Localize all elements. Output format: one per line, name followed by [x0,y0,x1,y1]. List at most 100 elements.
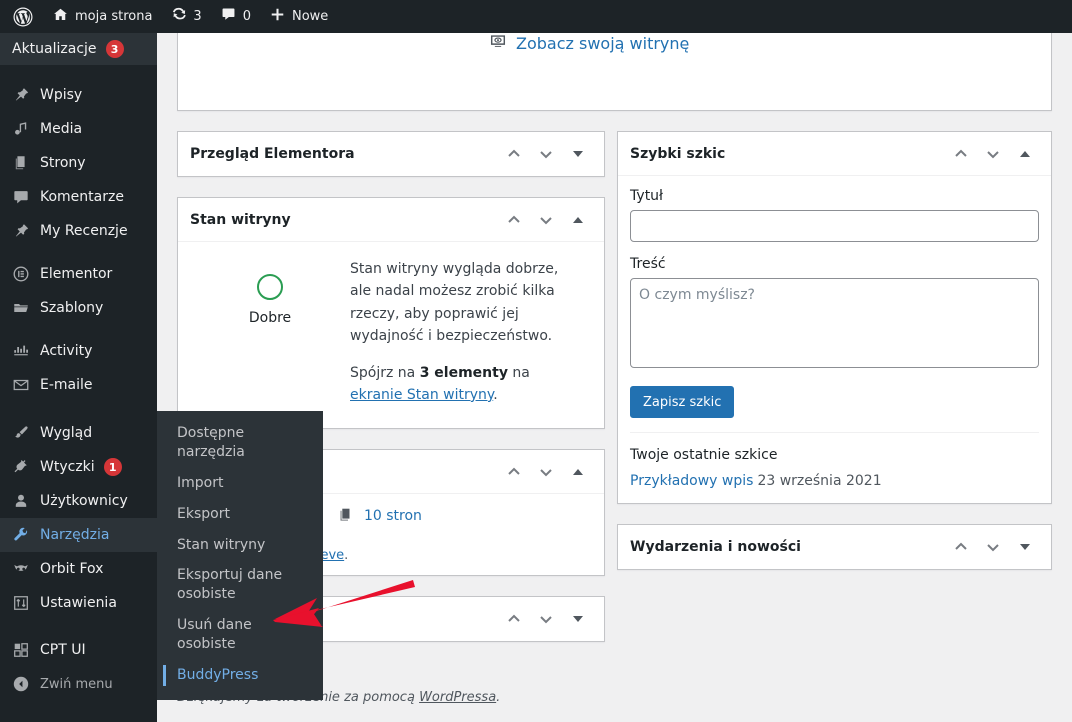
move-up-button[interactable] [500,206,528,234]
view-site-link-row[interactable]: Zobacz swoją witrynę [178,33,1051,54]
submenu-item-usun-dane-osobiste[interactable]: Usuń dane osobiste [157,610,323,660]
move-down-button[interactable] [979,140,1007,168]
updates-icon [170,6,187,27]
sidebar-item-label: Narzędzia [40,527,110,543]
sidebar-item-elementor[interactable]: Elementor [0,257,157,291]
health-status-ring-icon [257,274,283,300]
sidebar-item-label: Strony [40,155,86,171]
sidebar-item-ustawienia[interactable]: Ustawienia [0,586,157,620]
wordpress-logo-button[interactable] [0,0,43,33]
toggle-panel-button[interactable] [564,140,592,168]
draft-content-textarea[interactable] [630,278,1039,368]
updates-button[interactable]: 3 [161,0,210,33]
plugins-badge: 1 [103,458,122,476]
sidebar-item-updates[interactable]: Aktualizacje 3 [0,33,157,65]
submenu-item-buddypress[interactable]: BuddyPress [157,660,323,691]
pages-icon [11,153,31,173]
move-up-button[interactable] [500,605,528,633]
draft-content-label: Treść [630,256,666,272]
activity-icon [11,341,31,361]
sidebar-item-strony[interactable]: Strony [0,146,157,180]
sidebar-item-activity[interactable]: Activity [0,334,157,368]
sidebar-item-label: CPT UI [40,642,86,658]
view-site-link[interactable]: Zobacz swoją witrynę [516,34,689,53]
draft-title-input[interactable] [630,210,1039,242]
tools-submenu-flyout: Dostępne narzędzia Import Eksport Stan w… [157,411,323,700]
sidebar-item-wpisy[interactable]: Wpisy [0,78,157,112]
sidebar-item-szablony[interactable]: Szablony [0,291,157,325]
updates-badge: 3 [105,40,124,58]
wordpress-link[interactable]: WordPressa [419,690,496,705]
toggle-panel-button[interactable] [1011,533,1039,561]
glance-pages-link[interactable]: 10 stron [364,508,422,524]
comment-icon [220,6,237,27]
panel-title: Szybki szkic [630,145,726,162]
sidebar-item-my-recenzje[interactable]: My Recenzje [0,214,157,248]
quick-draft-body: Tytuł Treść Zapisz szkic Twoje ostatnie … [618,176,1051,503]
chevron-up-icon [573,468,584,475]
sidebar-item-komentarze[interactable]: Komentarze [0,180,157,214]
move-down-button[interactable] [979,533,1007,561]
sidebar-item-orbit-fox[interactable]: Orbit Fox [0,552,157,586]
submenu-item-stan-witryny[interactable]: Stan witryny [157,530,323,561]
panel-controls [947,140,1039,168]
chevron-up-icon [1020,150,1030,157]
panel-events-news: Wydarzenia i nowości [617,524,1052,570]
admin-sidebar-menu: Aktualizacje 3 Wpisy Media Strony Koment… [0,33,165,722]
save-draft-button[interactable]: Zapisz szkic [630,386,735,418]
move-up-button[interactable] [500,140,528,168]
sidebar-item-label: Activity [40,343,93,359]
home-icon [52,6,69,27]
submenu-item-eksport[interactable]: Eksport [157,499,323,530]
dashboard-column-right: Szybki szkic Tytuł Treść O czym myślisz?… [617,131,1052,662]
elementor-icon [11,264,31,284]
health-p2-prefix: Spójrz na [350,364,420,381]
panel-controls [500,140,592,168]
collapse-arrow-icon [11,674,31,694]
move-down-button[interactable] [532,605,560,633]
move-up-button[interactable] [947,140,975,168]
move-up-button[interactable] [500,458,528,486]
recent-drafts-heading: Twoje ostatnie szkice [630,447,778,463]
submenu-item-import[interactable]: Import [157,468,323,499]
toggle-panel-button[interactable] [564,206,592,234]
new-content-button[interactable]: Nowe [260,0,337,33]
sidebar-item-label: Media [40,121,83,137]
draft-title-link[interactable]: Przykładowy wpis [630,473,753,489]
move-down-button[interactable] [532,140,560,168]
sidebar-item-label: Komentarze [40,189,124,205]
move-down-button[interactable] [532,206,560,234]
sidebar-item-label: Ustawienia [40,595,117,611]
panel-header: Wydarzenia i nowości [618,525,1051,569]
site-name-button[interactable]: moja strona [43,0,161,33]
comments-button[interactable]: 0 [211,0,260,33]
folder-icon [11,298,31,318]
health-p2-mid: na [507,364,530,381]
sidebar-item-wtyczki[interactable]: Wtyczki 1 [0,450,157,484]
sidebar-item-uzytkownicy[interactable]: Użytkownicy [0,484,157,518]
sidebar-item-narzedzia[interactable]: Narzędzia [0,518,165,552]
health-p2-suffix: . [493,386,498,403]
sidebar-item-media[interactable]: Media [0,112,157,146]
toggle-panel-button[interactable] [564,605,592,633]
sidebar-item-cpt-ui[interactable]: CPT UI [0,633,157,667]
submenu-item-dostepne-narzedzia[interactable]: Dostępne narzędzia [157,418,323,468]
site-name-label: moja strona [75,9,153,24]
sidebar-item-e-maile[interactable]: E-maile [0,368,157,402]
wrench-icon [11,525,31,545]
site-health-screen-link[interactable]: ekranie Stan witryny [350,387,493,403]
move-up-button[interactable] [947,533,975,561]
pin-icon [11,221,31,241]
sidebar-item-label: My Recenzje [40,223,128,239]
move-down-button[interactable] [532,458,560,486]
panel-controls [500,206,592,234]
collapse-menu-button[interactable]: Zwiń menu [0,667,157,701]
submenu-item-eksportuj-dane-osobiste[interactable]: Eksportuj dane osobiste [157,560,323,610]
panel-title: Stan witryny [190,211,291,228]
toggle-panel-button[interactable] [564,458,592,486]
toggle-panel-button[interactable] [1011,140,1039,168]
sidebar-item-label: Szablony [40,300,104,316]
sidebar-item-label: Orbit Fox [40,561,104,577]
sidebar-item-label: Wygląd [40,425,93,441]
sidebar-item-wyglad[interactable]: Wygląd [0,416,157,450]
